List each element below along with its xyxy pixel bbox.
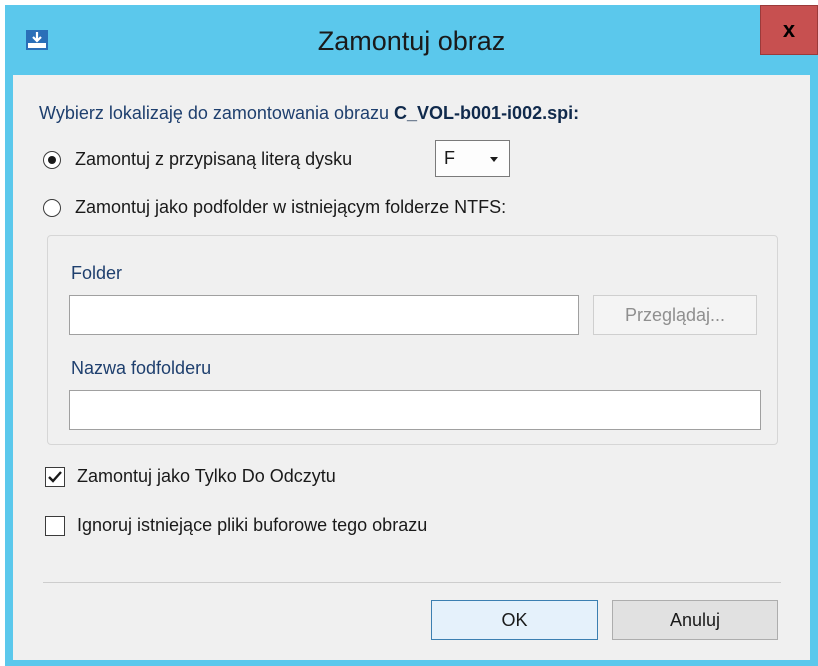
readonly-checkbox[interactable] (45, 466, 65, 487)
ignore-cache-option[interactable]: Ignoruj istniejące pliki buforowe tego o… (45, 515, 427, 536)
subfolder-option[interactable]: Zamontuj jako podfolder w istniejącym fo… (43, 197, 506, 218)
close-button[interactable]: x (760, 5, 818, 55)
ignore-cache-checkbox[interactable] (45, 515, 65, 536)
dialog-body: Wybierz lokalizaję do zamontowania obraz… (13, 75, 810, 660)
checkmark-icon (48, 470, 62, 483)
readonly-label: Zamontuj jako Tylko Do Odczytu (77, 466, 336, 486)
subfolder-radio[interactable] (43, 198, 61, 217)
cancel-button[interactable]: Anuluj (612, 600, 778, 640)
dialog-window: Zamontuj obraz x Wybierz lokalizaję do z… (5, 5, 818, 666)
mount-location-prompt: Wybierz lokalizaję do zamontowania obraz… (39, 103, 580, 123)
subfolder-option-label: Zamontuj jako podfolder w istniejącym fo… (75, 197, 507, 217)
ignore-cache-label: Ignoruj istniejące pliki buforowe tego o… (77, 515, 428, 535)
drive-letter-option[interactable]: Zamontuj z przypisaną literą dysku (43, 149, 352, 170)
window-title: Zamontuj obraz (317, 26, 506, 56)
separator (43, 582, 781, 583)
chevron-down-icon (490, 157, 498, 162)
title-bar[interactable]: Zamontuj obraz x (5, 5, 818, 70)
close-icon: x (782, 17, 796, 42)
folder-input[interactable] (69, 295, 579, 335)
ok-button[interactable]: OK (431, 600, 598, 640)
folder-label: Folder (71, 263, 123, 283)
readonly-option[interactable]: Zamontuj jako Tylko Do Odczytu (45, 466, 336, 487)
image-filename: C_VOL-b001-i002.spi: (394, 103, 580, 123)
drive-letter-radio[interactable] (43, 150, 61, 169)
drive-letter-select[interactable]: F (435, 140, 510, 177)
browse-button[interactable]: Przeglądaj... (593, 295, 757, 335)
subfolder-name-input[interactable] (69, 390, 761, 430)
drive-letter-label: Zamontuj z przypisaną literą dysku (75, 149, 353, 169)
subfolder-name-label: Nazwa fodfolderu (71, 358, 212, 378)
